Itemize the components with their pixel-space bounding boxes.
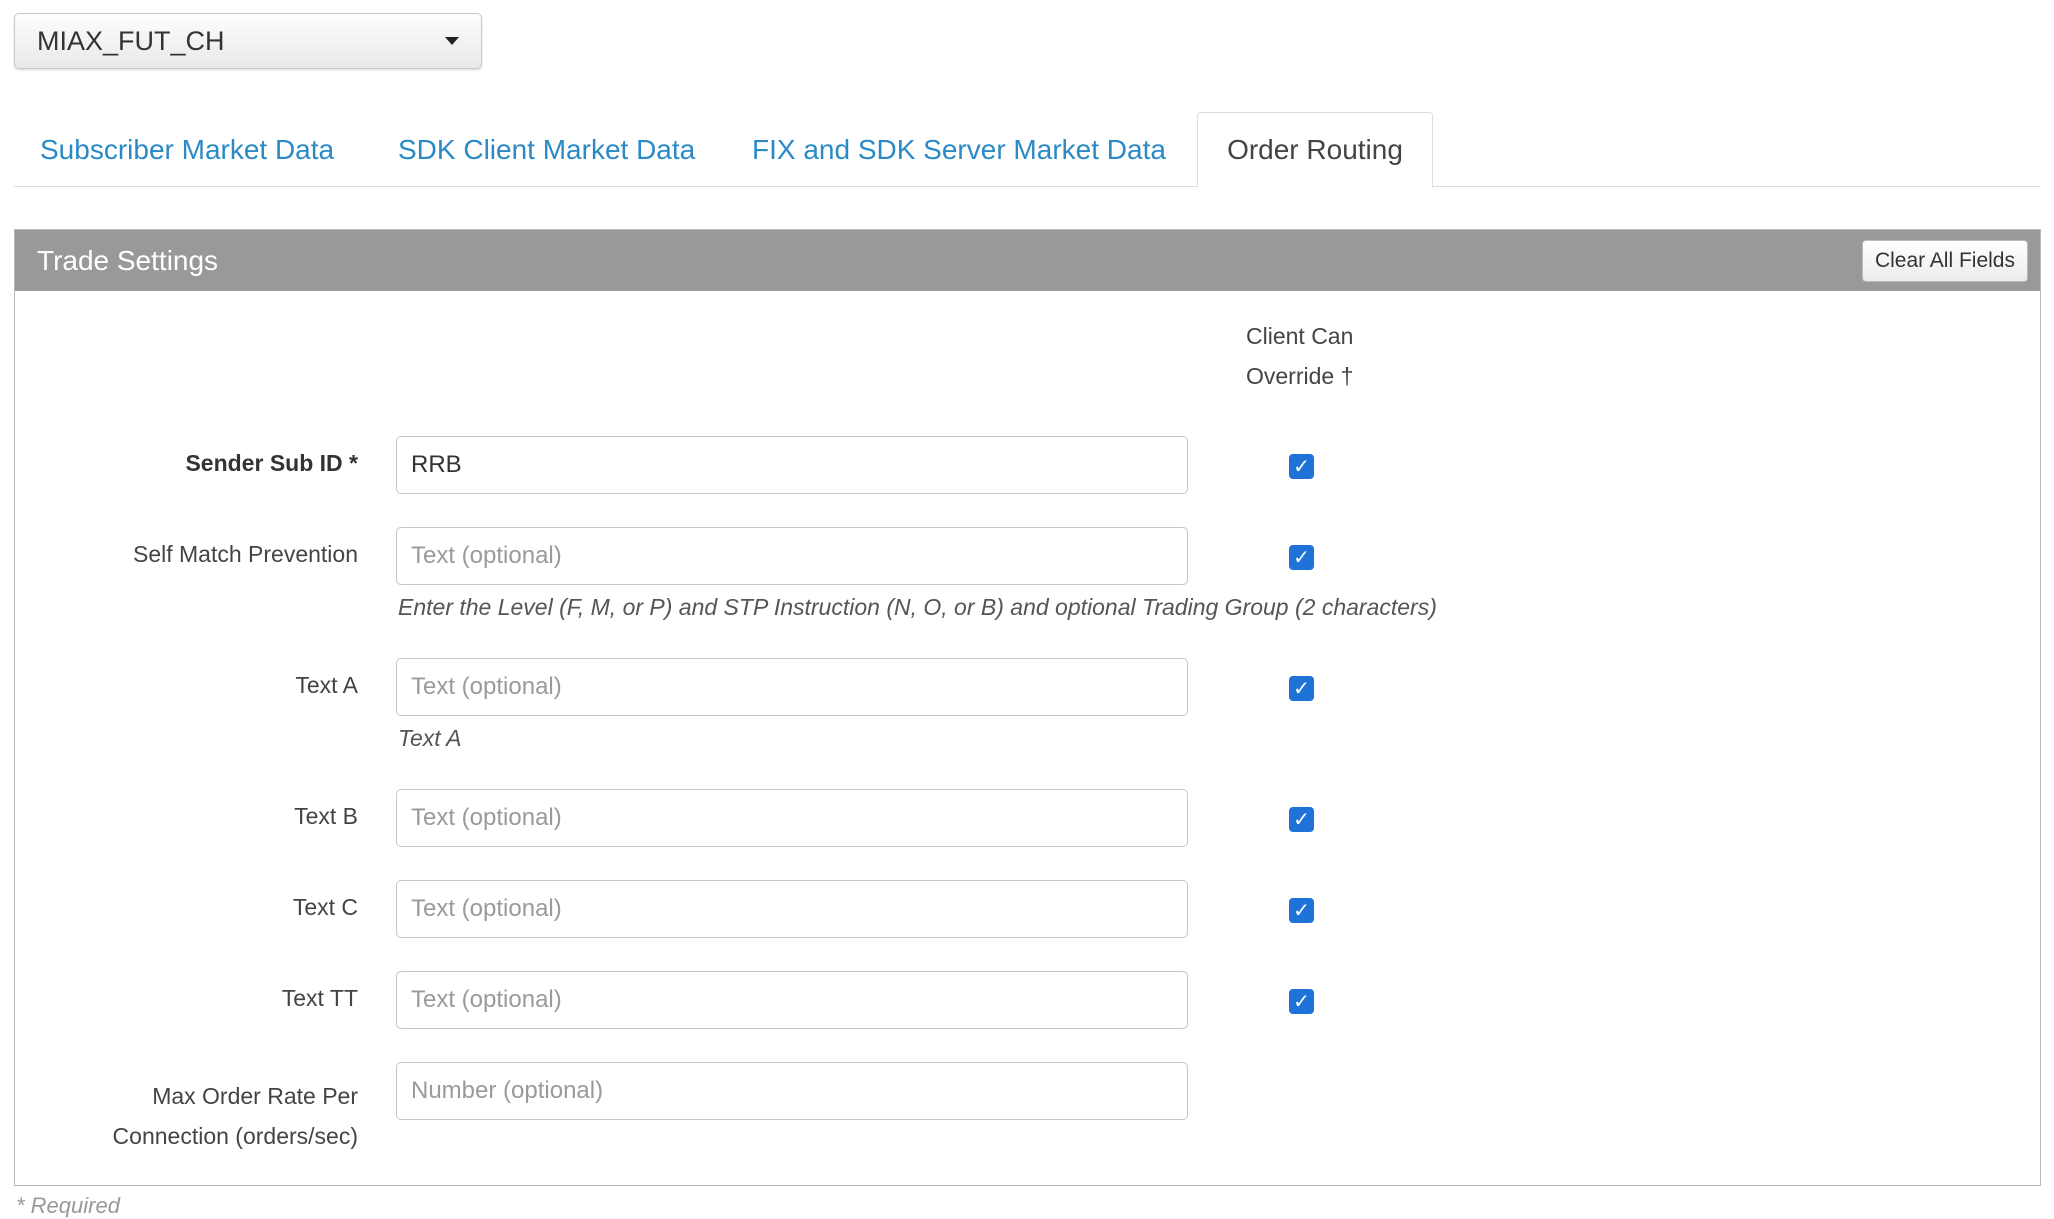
checkmark-icon: ✓ xyxy=(1293,808,1310,831)
self-match-prevention-override-checkbox[interactable]: ✓ xyxy=(1289,545,1314,570)
exchange-select[interactable]: MIAX_FUT_CH xyxy=(14,13,482,69)
checkmark-icon: ✓ xyxy=(1293,455,1310,478)
sender-sub-id-label: Sender Sub ID * xyxy=(185,450,358,476)
exchange-select-value: MIAX_FUT_CH xyxy=(37,25,225,56)
checkmark-icon: ✓ xyxy=(1293,677,1310,700)
tab-fix-sdk-server-market-data[interactable]: FIX and SDK Server Market Data xyxy=(752,112,1166,187)
required-note: * Required xyxy=(16,1193,120,1218)
max-order-rate-label-line1: Max Order Rate Per xyxy=(152,1083,358,1109)
self-match-prevention-label: Self Match Prevention xyxy=(132,541,358,567)
self-match-prevention-input[interactable] xyxy=(396,527,1188,585)
tab-subscriber-market-data[interactable]: Subscriber Market Data xyxy=(40,112,334,187)
tab-sdk-client-market-data[interactable]: SDK Client Market Data xyxy=(398,112,695,187)
text-b-override-checkbox[interactable]: ✓ xyxy=(1289,807,1314,832)
text-tt-input[interactable] xyxy=(396,971,1188,1029)
caret-down-icon xyxy=(445,37,459,45)
text-tt-label: Text TT xyxy=(281,985,358,1011)
text-b-input[interactable] xyxy=(396,789,1188,847)
text-a-input[interactable] xyxy=(396,658,1188,716)
panel-header: Trade Settings Clear All Fields xyxy=(15,230,2040,291)
max-order-rate-label-line2: Connection (orders/sec) xyxy=(112,1123,358,1149)
clear-all-fields-button[interactable]: Clear All Fields xyxy=(1861,240,2028,282)
checkmark-icon: ✓ xyxy=(1293,990,1310,1013)
tab-order-routing[interactable]: Order Routing xyxy=(1197,112,1433,188)
text-a-help: Text A xyxy=(398,725,462,751)
text-c-input[interactable] xyxy=(396,880,1188,938)
override-column-header: Client Can Override † xyxy=(1246,316,1376,396)
max-order-rate-label: Max Order Rate Per Connection (orders/se… xyxy=(113,1076,358,1156)
text-a-label: Text A xyxy=(295,672,358,698)
checkmark-icon: ✓ xyxy=(1293,899,1310,922)
override-header-line2: Override † xyxy=(1246,363,1354,389)
self-match-prevention-help: Enter the Level (F, M, or P) and STP Ins… xyxy=(398,594,1437,620)
checkmark-icon: ✓ xyxy=(1293,546,1310,569)
text-a-override-checkbox[interactable]: ✓ xyxy=(1289,676,1314,701)
sender-sub-id-input[interactable] xyxy=(396,436,1188,494)
override-header-line1: Client Can xyxy=(1246,323,1354,349)
panel-title: Trade Settings xyxy=(37,244,219,276)
tab-bar: Subscriber Market Data SDK Client Market… xyxy=(14,112,2041,188)
text-tt-override-checkbox[interactable]: ✓ xyxy=(1289,989,1314,1014)
max-order-rate-input[interactable] xyxy=(396,1062,1188,1120)
text-b-label: Text B xyxy=(294,803,358,829)
sender-sub-id-override-checkbox[interactable]: ✓ xyxy=(1289,454,1314,479)
text-c-override-checkbox[interactable]: ✓ xyxy=(1289,898,1314,923)
text-c-label: Text C xyxy=(292,894,358,920)
